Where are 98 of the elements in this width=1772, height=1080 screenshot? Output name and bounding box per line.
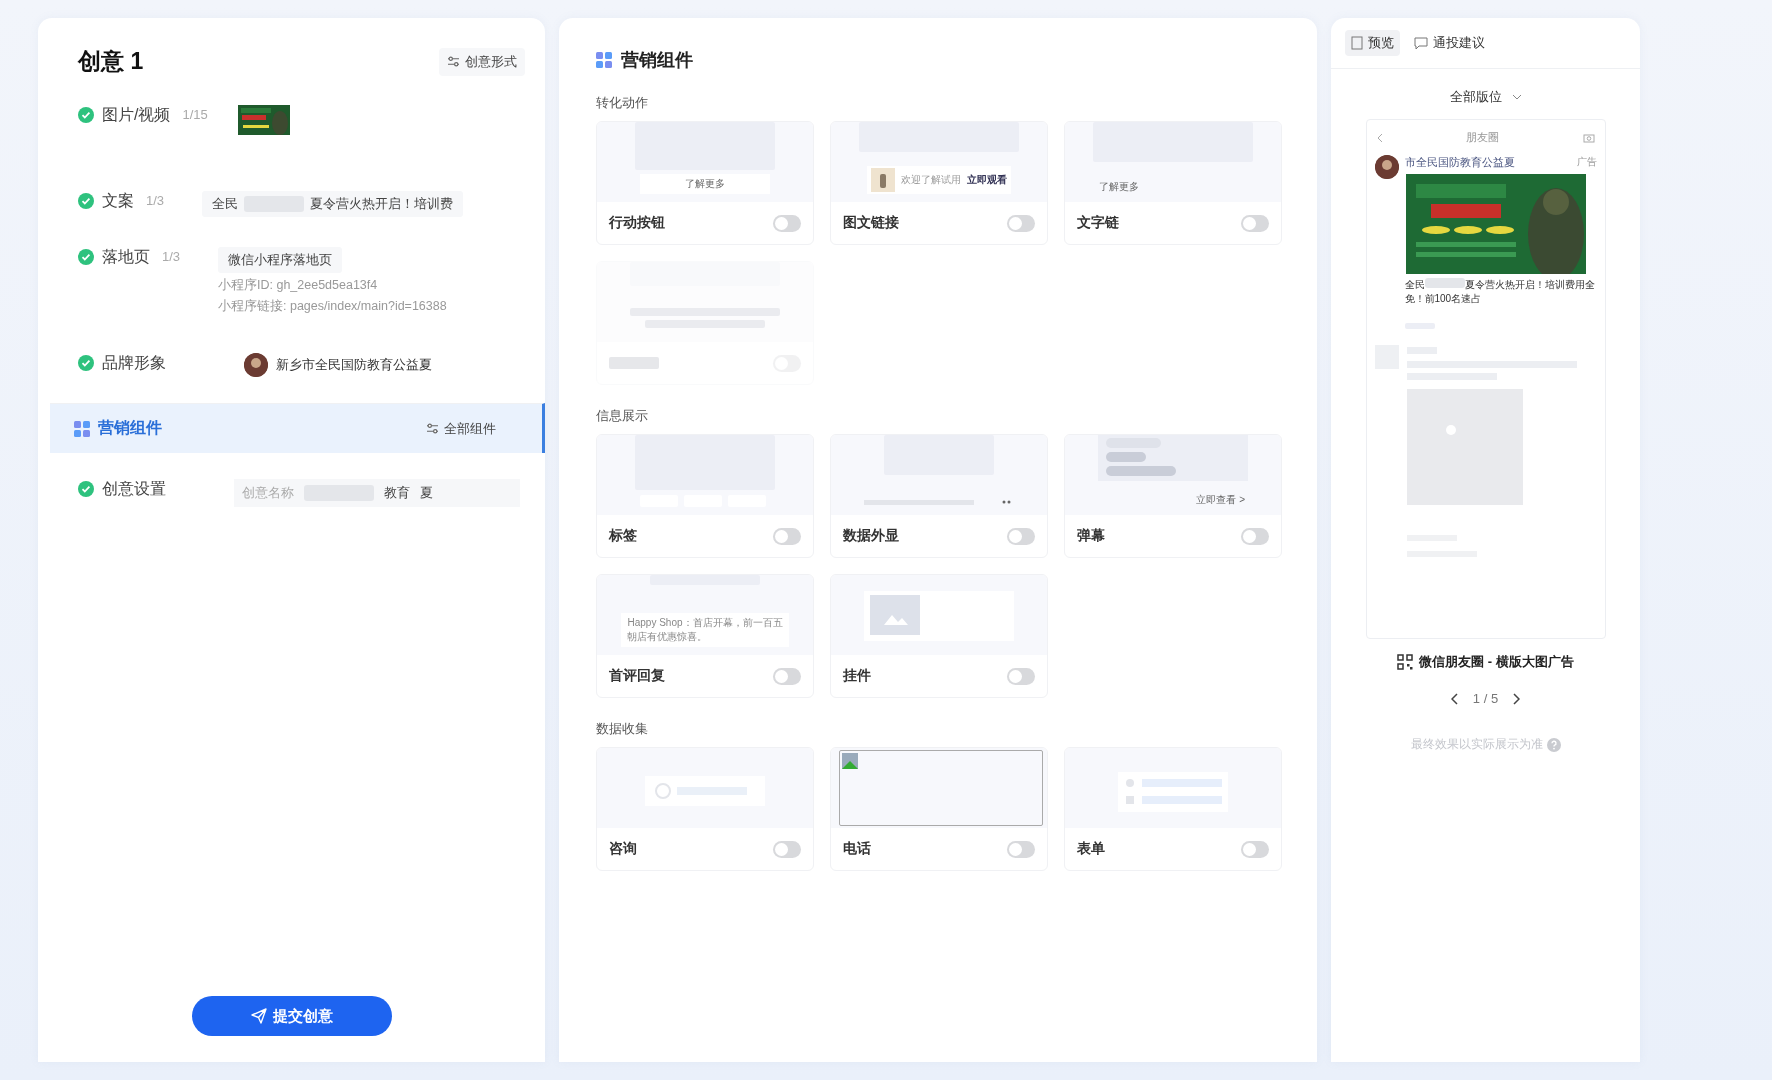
camera-icon [1582, 132, 1595, 143]
chevron-left-icon [1450, 692, 1459, 705]
row-count: 1/3 [162, 249, 182, 264]
section-row[interactable]: 营销组件 全部组件 [50, 403, 545, 453]
group-title: 转化动作 [596, 94, 649, 112]
brand-name: 新乡市全民国防教育公益夏 [276, 356, 432, 374]
component-card[interactable]: 了解更多 文字链 [1064, 121, 1282, 245]
component-card[interactable]: 了解更多 行动按钮 [596, 121, 814, 245]
chat-icon [1414, 36, 1428, 50]
component-name: 标签 [609, 527, 637, 545]
avatar-icon [244, 353, 268, 377]
component-card[interactable]: 电话 [830, 747, 1048, 871]
component-name: 首评回复 [609, 667, 665, 685]
all-components-button[interactable]: 全部组件 [420, 418, 502, 439]
check-icon [78, 249, 94, 265]
tab[interactable]: 预览 [1345, 30, 1400, 56]
toggle-switch[interactable] [1007, 667, 1035, 685]
document-icon [1351, 36, 1363, 50]
label-placeholder [609, 357, 659, 369]
landing-type[interactable]: 微信小程序落地页 [218, 247, 342, 273]
creative-title: 创意 1 [78, 47, 144, 76]
sliders-icon [426, 423, 439, 434]
preview-link: 立即观看 [967, 173, 1007, 187]
page-indicator: 1 / 5 [1472, 691, 1499, 706]
toggle-switch[interactable] [773, 667, 801, 685]
component-card[interactable]: 数据外显 [830, 434, 1048, 558]
ad-tag: 广告 [1576, 155, 1597, 170]
row-label: 文案 [102, 191, 134, 211]
check-icon [78, 107, 94, 123]
chevron-down-icon [1511, 94, 1522, 100]
submit-button[interactable]: 提交创意 [191, 996, 392, 1036]
sliders-icon [447, 56, 460, 67]
check-icon [78, 355, 94, 371]
row-label: 落地页 [102, 247, 150, 267]
check-icon [78, 193, 94, 209]
row-count: 1/15 [182, 107, 209, 122]
account-name: 市全民国防教育公益夏 [1404, 155, 1515, 170]
component-name: 数据外显 [843, 527, 899, 545]
component-name: 文字链 [1077, 214, 1119, 232]
component-name: 行动按钮 [609, 214, 665, 232]
help-icon [1546, 737, 1561, 752]
toggle-switch[interactable] [773, 527, 801, 545]
copy-text[interactable]: 全民 夏令营火热开启！培训费 [202, 191, 463, 217]
placement-dropdown[interactable]: 全部版位 [1443, 87, 1528, 107]
name-field[interactable]: 创意名称 教育 夏 [234, 479, 520, 507]
send-icon [250, 1008, 267, 1024]
component-name: 弹幕 [1077, 527, 1105, 545]
component-card[interactable]: 表单 [1064, 747, 1282, 871]
row-label: 品牌形象 [102, 353, 166, 373]
preview-link: 立即查看 > [1196, 493, 1245, 507]
previous-button[interactable] [1450, 692, 1459, 705]
group-title: 数据收集 [596, 720, 649, 738]
qr-code-icon [1397, 654, 1414, 670]
grid-icon [74, 420, 90, 437]
row-label: 图片/视频 [102, 105, 171, 125]
grid-icon [596, 52, 612, 68]
group-title: 信息展示 [596, 407, 649, 425]
next-button[interactable] [1512, 692, 1521, 705]
preview-button: 了解更多 [640, 174, 770, 194]
component-card[interactable]: 立即查看 > 弹幕 [1064, 434, 1282, 558]
check-icon [78, 481, 94, 497]
component-name: 咨询 [609, 840, 637, 858]
component-name: 表单 [1077, 840, 1105, 858]
product-icon [871, 168, 895, 192]
toggle-switch[interactable] [1007, 214, 1035, 232]
avatar-icon [1374, 155, 1399, 179]
component-card[interactable]: 欢迎了解试用 立即观看 图文链接 [830, 121, 1048, 245]
broken-image-icon [842, 753, 858, 769]
landing-detail: 小程序链接: pages/index/main?id=16388 [218, 298, 447, 315]
landing-detail: 小程序ID: gh_2ee5d5ea13f4 [218, 277, 379, 294]
component-card[interactable]: Happy Shop：首店开幕，前一百五 朝店有优惠惊喜。 首评回复 [596, 574, 814, 698]
component-card[interactable]: 挂件 [830, 574, 1048, 698]
nav-title: 朋友圈 [1466, 130, 1499, 145]
format-button[interactable]: 创意形式 [439, 47, 525, 76]
format-name: 微信朋友圈 - 横版大图广告 [1419, 653, 1574, 671]
toggle-switch[interactable] [1241, 214, 1269, 232]
tab[interactable]: 通投建议 [1408, 30, 1491, 56]
widget-image-icon [864, 591, 1014, 641]
toggle-switch[interactable] [1241, 527, 1269, 545]
ad-caption: 全民 夏令营火热开启！培训费用全免！前100名速占 [1404, 278, 1596, 305]
component-name: 电话 [843, 840, 871, 858]
component-name: 图文链接 [843, 214, 899, 232]
component-card[interactable]: 标签 [596, 434, 814, 558]
toggle-switch[interactable] [773, 214, 801, 232]
reply-bubble: Happy Shop：首店开幕，前一百五 朝店有优惠惊喜。 [621, 613, 789, 647]
toggle-switch[interactable] [1007, 840, 1035, 858]
row-label: 创意设置 [102, 479, 166, 499]
component-card[interactable]: 咨询 [596, 747, 814, 871]
back-icon [1376, 132, 1383, 143]
preview-text: 欢迎了解试用 [901, 173, 961, 187]
row-count: 1/3 [146, 193, 166, 208]
panel-title: 营销组件 [621, 49, 693, 72]
preview-link: 了解更多 [1099, 180, 1139, 194]
toggle-switch[interactable] [1241, 840, 1269, 858]
component-name: 挂件 [843, 667, 871, 685]
toggle-switch[interactable] [1007, 527, 1035, 545]
chevron-right-icon [1512, 692, 1521, 705]
toggle-switch[interactable] [773, 840, 801, 858]
